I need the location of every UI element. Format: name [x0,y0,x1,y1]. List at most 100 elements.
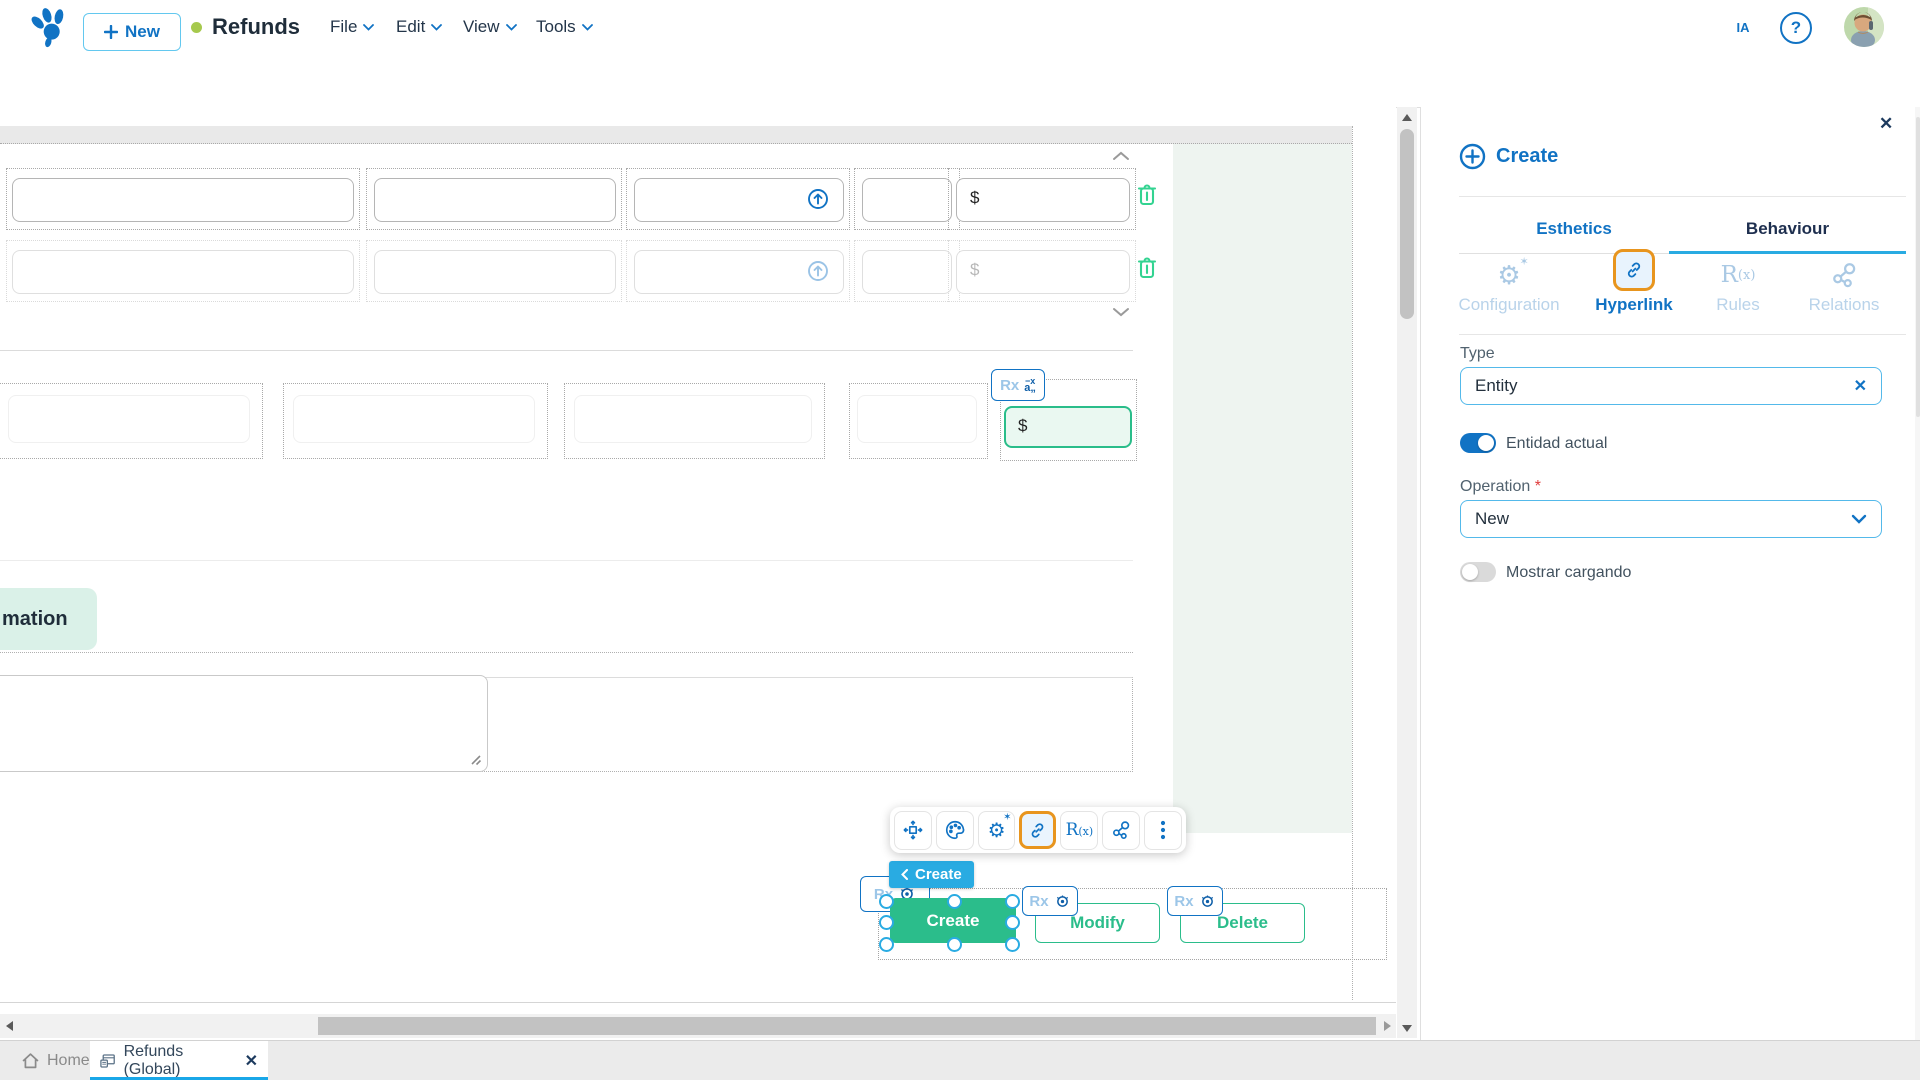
horizontal-scrollbar[interactable] [0,1014,1396,1038]
design-canvas[interactable]: $ $ $ Rx −x a„ mation Create Modify Dele… [0,107,1396,1014]
faint-input[interactable] [857,395,977,443]
vertical-scroll-thumb[interactable] [1400,129,1414,319]
selection-handle[interactable] [879,894,894,909]
scroll-down-arrow[interactable] [1397,1021,1417,1035]
small-input[interactable] [862,178,952,222]
chevron-left-icon [901,869,908,880]
selection-handle[interactable] [947,937,962,952]
section-boundary [1352,126,1353,1000]
clear-type-icon[interactable]: ✕ [1854,376,1867,396]
variable-icon: −x a„ [1024,376,1036,394]
app-logo[interactable] [28,6,72,50]
selected-element-tag[interactable]: Create [889,861,974,888]
tab-home[interactable]: Home [10,1041,102,1080]
menu-view-label: View [463,17,500,36]
help-question-mark: ? [1790,18,1802,37]
text-input-ghost [374,250,616,294]
create-button-label: Create [926,910,980,930]
tab-behaviour-label: Behaviour [1745,219,1830,238]
panel-close-icon[interactable]: ✕ [1879,114,1893,134]
scroll-left-arrow[interactable] [2,1019,16,1033]
menu-file-label: File [330,17,358,36]
upload-arrow-icon[interactable] [806,187,830,211]
menu-edit[interactable]: Edit [396,17,443,37]
menu-tools[interactable]: Tools [536,17,593,37]
subtab-relations[interactable]: Relations [1789,255,1899,315]
link-icon [1627,262,1641,278]
resize-grip-icon[interactable] [468,752,482,766]
ia-assistant-button[interactable]: IA [1723,8,1763,46]
more-options-button[interactable] [1144,810,1182,850]
faint-input[interactable] [574,395,812,443]
menu-tools-label: Tools [536,17,576,36]
comments-textarea[interactable] [0,675,488,772]
chevron-down-icon [505,23,517,31]
vertical-scrollbar[interactable] [1397,107,1417,1038]
subtab-hyperlink-label: Hyperlink [1595,295,1673,314]
text-input[interactable] [12,178,354,222]
selection-handle[interactable] [1005,894,1020,909]
select-chevron-icon [1851,514,1867,524]
section-tab-chip[interactable]: mation [0,588,97,650]
style-palette-button[interactable] [935,810,974,850]
user-avatar[interactable] [1844,7,1884,47]
selection-handle[interactable] [1005,915,1020,930]
faint-input[interactable] [293,395,535,443]
selection-handle[interactable] [879,937,894,952]
currency-symbol: $ [970,260,980,279]
properties-panel: ✕ Create Esthetics Behaviour ⚙ ✶ Configu… [1420,107,1920,1040]
tab-behaviour[interactable]: Behaviour [1669,207,1906,251]
entity-toggle-label: Entidad actual [1506,435,1608,452]
rx-formula-badge[interactable]: Rx −x a„ [991,369,1045,401]
type-label: Type [1460,345,1495,362]
faint-input[interactable] [8,395,250,443]
chevron-down-icon[interactable] [1112,307,1130,317]
rules-button[interactable]: R(x) [1060,810,1099,850]
dotted-row-line [0,652,1133,653]
menu-edit-label: Edit [396,17,426,36]
subtab-rules-label: Rules [1716,295,1760,314]
panel-scroll-thumb[interactable] [1916,117,1920,417]
editor-toolbar: { } </> 1382px [0,54,1920,154]
upload-arrow-icon [806,259,830,283]
panel-divider [1459,334,1906,335]
selection-handle[interactable] [879,915,894,930]
text-input[interactable] [374,178,616,222]
subtab-hyperlink-active[interactable]: Hyperlink [1579,249,1689,315]
modify-rx-visibility-badge[interactable]: Rx [1022,886,1078,916]
hyperlink-button-active[interactable] [1019,811,1057,849]
tab-refunds-global-active[interactable]: Refunds (Global) ✕ [90,1041,268,1080]
configuration-button[interactable]: ⚙ ✶ [977,810,1016,850]
chevron-up-icon[interactable] [1112,151,1130,161]
subtab-configuration[interactable]: ⚙ ✶ Configuration [1449,255,1569,315]
eye-icon [1201,894,1213,907]
scroll-right-arrow[interactable] [1380,1019,1394,1033]
help-button[interactable]: ? [1780,12,1812,44]
tab-esthetics[interactable]: Esthetics [1459,207,1689,251]
type-input[interactable]: Entity ✕ [1460,367,1882,405]
selection-handle[interactable] [947,894,962,909]
horizontal-scroll-thumb[interactable] [318,1017,1376,1035]
small-input-ghost [862,250,952,294]
new-button[interactable]: New [83,13,181,51]
new-button-label: New [125,22,160,41]
trash-icon[interactable] [1134,180,1160,210]
panel-scrollbar[interactable] [1915,107,1920,1040]
move-element-button[interactable] [894,810,932,850]
loading-toggle-off[interactable] [1460,562,1496,582]
selection-handle[interactable] [1005,937,1020,952]
delete-rx-visibility-badge[interactable]: Rx [1167,886,1223,916]
chevron-down-icon [581,23,593,31]
subtab-rules[interactable]: R (x) Rules [1693,255,1783,315]
gear-icon: ⚙ [1497,259,1521,290]
tab-close-icon[interactable]: ✕ [245,1051,258,1071]
trash-icon[interactable] [1134,253,1160,283]
menu-view[interactable]: View [463,17,517,37]
scroll-up-arrow[interactable] [1397,110,1417,124]
entity-toggle-on[interactable] [1460,433,1496,453]
ia-badge-text: IA [1737,20,1751,35]
currency-input[interactable] [956,178,1130,222]
operation-select[interactable]: New [1460,500,1882,538]
relations-button[interactable] [1102,810,1141,850]
menu-file[interactable]: File [330,17,375,37]
